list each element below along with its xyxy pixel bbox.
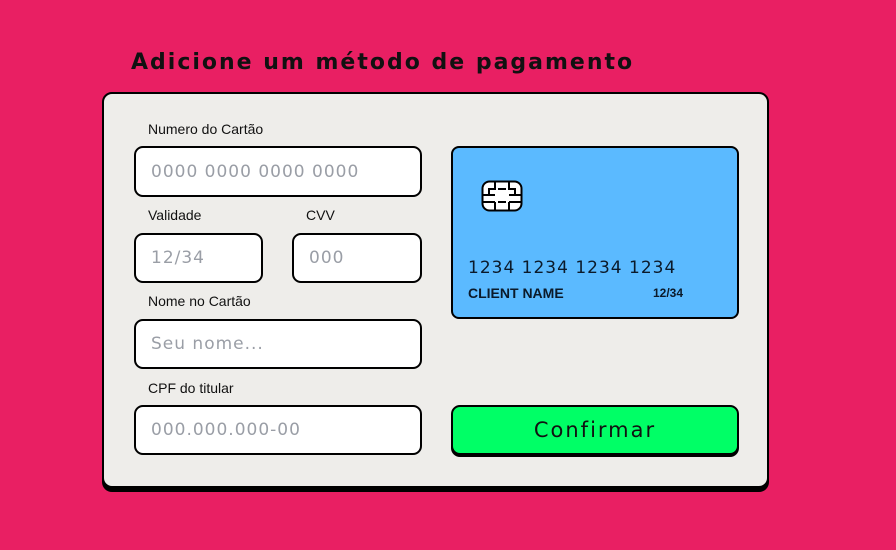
card-preview: 1234 1234 1234 1234 CLIENT NAME 12/34 — [451, 146, 739, 319]
page-title: Adicione um método de pagamento — [131, 50, 635, 75]
name-input[interactable] — [134, 319, 422, 369]
cpf-label: CPF do titular — [148, 380, 234, 396]
card-expiry-preview: 12/34 — [652, 286, 683, 300]
expiry-input[interactable] — [134, 233, 263, 283]
card-number-label: Numero do Cartão — [148, 121, 264, 137]
card-number-input[interactable] — [134, 146, 422, 197]
card-number-preview: 1234 1234 1234 1234 — [468, 258, 677, 278]
chip-icon — [481, 180, 523, 212]
cpf-input[interactable] — [134, 405, 422, 455]
confirm-button[interactable]: Confirmar — [451, 405, 739, 455]
expiry-label: Validade — [148, 207, 202, 223]
payment-panel: Numero do Cartão Validade CVV Nome no Ca… — [102, 92, 769, 488]
cvv-input[interactable] — [292, 233, 422, 283]
cvv-label: CVV — [306, 207, 335, 223]
name-label: Nome no Cartão — [148, 293, 251, 309]
card-name-preview: CLIENT NAME — [468, 285, 564, 301]
